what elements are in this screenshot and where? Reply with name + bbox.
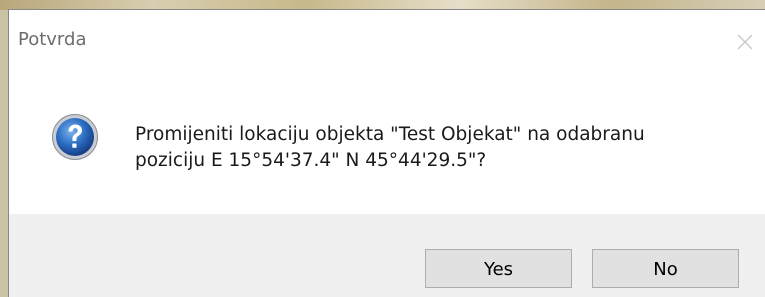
- dialog-title: Potvrda: [18, 29, 87, 50]
- dialog-content: Promijeniti lokaciju objekta "Test Objek…: [9, 66, 765, 214]
- yes-button[interactable]: Yes: [425, 249, 572, 288]
- dialog-message: Promijeniti lokaciju objekta "Test Objek…: [135, 122, 745, 174]
- close-icon[interactable]: [735, 32, 755, 52]
- message-line-2: poziciju E 15°54'37.4" N 45°44'29.5"?: [135, 150, 487, 171]
- title-bar: Potvrda: [9, 10, 765, 66]
- message-line-1: Promijeniti lokaciju objekta "Test Objek…: [135, 124, 645, 145]
- no-button[interactable]: No: [592, 249, 739, 288]
- button-bar: Yes No: [9, 214, 765, 297]
- confirmation-dialog: Potvrda Promijeniti lokaciju objekta "Te…: [8, 9, 765, 297]
- question-icon: [51, 113, 99, 161]
